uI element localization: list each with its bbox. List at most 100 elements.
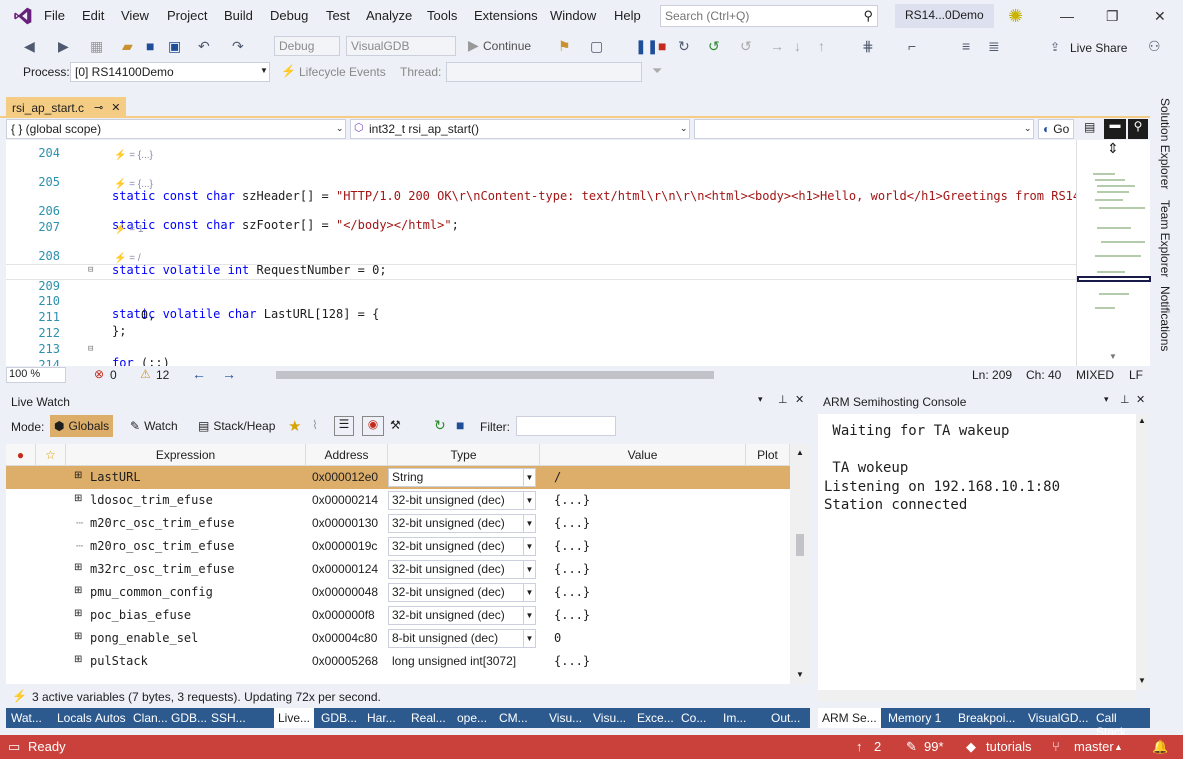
column-value[interactable]: Value xyxy=(540,444,746,466)
pin-icon[interactable]: ⊥ xyxy=(778,393,788,406)
scroll-up-icon[interactable]: ▲ xyxy=(1138,416,1146,425)
pin-icon[interactable]: ⊸ xyxy=(94,101,103,114)
scope-combo[interactable]: { } (global scope) xyxy=(6,119,346,139)
code-minimap[interactable]: ⇕ ▼ xyxy=(1076,140,1151,366)
feedback-sun-icon[interactable]: ✺ xyxy=(1008,6,1023,27)
lifecycle-icon[interactable]: ⚡ xyxy=(281,64,296,78)
tool-tab[interactable]: GDB... xyxy=(316,711,357,725)
table-row[interactable]: ⊞ m32rc_osc_trim_efuse 0x00000124 32-bit un… xyxy=(6,558,790,581)
chevron-down-icon[interactable]: ⌄ xyxy=(680,123,688,134)
scroll-thumb[interactable] xyxy=(796,534,804,556)
menu-file[interactable]: File xyxy=(44,8,65,23)
row-value[interactable]: / xyxy=(554,470,561,484)
scroll-down-icon[interactable]: ▼ xyxy=(1138,676,1146,685)
side-tab-team-explorer[interactable]: Team Explorer xyxy=(1158,200,1172,277)
row-value[interactable]: {...} xyxy=(554,654,590,668)
mode-globals-button[interactable]: ⬢ Globals xyxy=(50,415,114,437)
row-type-combo[interactable]: 8-bit unsigned (dec) ▼ xyxy=(388,629,536,648)
branch-icon[interactable]: ⑂ xyxy=(1052,739,1060,754)
branch-up-icon[interactable]: ▲ xyxy=(1114,742,1123,752)
chevron-down-icon[interactable]: ▼ xyxy=(523,492,535,509)
row-value[interactable]: 0 xyxy=(554,631,561,645)
live-share-icon[interactable]: ⇪ xyxy=(1050,40,1060,54)
tool-tab[interactable]: Wat... xyxy=(6,711,42,725)
process-combo[interactable]: [0] RS14100Demo xyxy=(70,62,270,82)
expand-icon[interactable]: ⊞ xyxy=(74,608,82,619)
warning-count[interactable]: 12 xyxy=(156,368,169,382)
play-icon[interactable]: ▶ xyxy=(468,37,479,54)
menu-tools[interactable]: Tools xyxy=(427,8,457,23)
warning-icon[interactable]: ⚠ xyxy=(140,367,151,381)
row-type-combo[interactable]: 32-bit unsigned (dec) ▼ xyxy=(388,606,536,625)
tool-tab[interactable]: ARM Se... xyxy=(818,708,881,728)
go-button[interactable]: ◐ Go xyxy=(1038,119,1075,139)
expand-icon[interactable]: ⊞ xyxy=(74,562,82,573)
tool-tab[interactable]: Memory 1 xyxy=(882,711,941,725)
filter-input[interactable] xyxy=(516,416,616,436)
tool-tab[interactable]: SSH... xyxy=(206,711,246,725)
undo-icon[interactable]: ↶ xyxy=(198,38,210,55)
chevron-down-icon[interactable]: ▼ xyxy=(523,584,535,601)
window-position-icon[interactable]: ▾ xyxy=(758,394,763,405)
breakpoint-column-header[interactable]: ● xyxy=(6,444,36,466)
search-input[interactable] xyxy=(661,6,851,26)
table-row[interactable]: ⊞ pulStack 0x00005268 long unsigned int[307… xyxy=(6,650,790,673)
format-icon[interactable]: ☰ xyxy=(334,416,354,436)
notification-bell-icon[interactable]: 🔔 xyxy=(1152,739,1168,755)
restart-icon[interactable]: ↻ xyxy=(678,38,690,55)
hot-reload-icon[interactable]: ⚑ xyxy=(558,38,571,55)
row-value[interactable]: {...} xyxy=(554,539,590,553)
restore-icon[interactable]: ❐ xyxy=(1106,8,1119,25)
collapse-icon[interactable]: ⊟ xyxy=(88,265,93,275)
step-into-icon[interactable]: ↓ xyxy=(794,38,801,54)
column-plot[interactable]: Plot xyxy=(746,444,790,466)
column-type[interactable]: Type xyxy=(388,444,540,466)
menu-extensions[interactable]: Extensions xyxy=(474,8,538,23)
tool-tab[interactable]: Breakpoi... xyxy=(952,711,1015,725)
menu-view[interactable]: View xyxy=(121,8,149,23)
table-row[interactable]: ⊞ ldosoc_trim_efuse 0x00000214 32-bit unsig… xyxy=(6,489,790,512)
open-folder-icon[interactable]: ▰ xyxy=(122,38,133,55)
search-icon[interactable]: ⚲ xyxy=(863,8,873,24)
repo-name[interactable]: tutorials xyxy=(986,739,1032,754)
error-count[interactable]: 0 xyxy=(110,368,117,382)
breakpoints-icon[interactable]: ⋕ xyxy=(862,38,874,55)
stop-icon[interactable]: ■ xyxy=(658,38,666,54)
column-expression[interactable]: Expression xyxy=(66,444,306,466)
row-value[interactable]: {...} xyxy=(554,493,590,507)
horizontal-scrollbar[interactable] xyxy=(276,371,714,379)
row-type-combo[interactable]: 32-bit unsigned (dec) ▼ xyxy=(388,560,536,579)
step-icon[interactable]: ↺ xyxy=(740,38,752,55)
tool-tab[interactable]: Live... xyxy=(274,708,315,728)
scroll-up-icon[interactable]: ▲ xyxy=(796,448,804,457)
tool-tab[interactable]: Clan... xyxy=(128,711,168,725)
row-type-combo[interactable]: String ▼ xyxy=(388,468,536,487)
lifecycle-events-label[interactable]: Lifecycle Events xyxy=(299,65,386,79)
arrow-right-icon[interactable]: → xyxy=(222,366,236,382)
refresh-green-icon[interactable]: ↺ xyxy=(708,38,720,55)
mode-watch-button[interactable]: ✎ Watch xyxy=(126,415,182,437)
repo-icon[interactable]: ◆ xyxy=(966,739,976,755)
expand-icon[interactable]: ⊞ xyxy=(74,631,82,642)
refresh-icon[interactable]: ↻ xyxy=(434,417,446,434)
step-over-icon[interactable]: → xyxy=(770,38,784,54)
back-icon[interactable]: ◀ xyxy=(24,38,35,55)
zoom-combo[interactable]: 100 % xyxy=(6,367,66,383)
row-type-combo[interactable]: 32-bit unsigned (dec) ▼ xyxy=(388,491,536,510)
horizontal-scrollbar[interactable] xyxy=(818,690,1136,702)
tool-tab[interactable]: Har... xyxy=(362,711,396,725)
chart-icon[interactable]: ⌇ xyxy=(312,418,318,432)
live-share-button[interactable]: Live Share xyxy=(1070,41,1127,55)
table-row[interactable]: ⊞ pong_enable_sel 0x00004c80 8-bit unsigned… xyxy=(6,627,790,650)
chevron-down-icon[interactable]: ▼ xyxy=(523,538,535,555)
tool-tab[interactable]: ope... xyxy=(452,711,487,725)
table-row[interactable]: ⊞ poc_bias_efuse 0x000000f8 32-bit unsigned… xyxy=(6,604,790,627)
chevron-down-icon[interactable]: ⌄ xyxy=(1024,123,1032,134)
vertical-scrollbar[interactable]: ▲ ▼ xyxy=(1136,414,1148,690)
window-position-icon[interactable]: ▾ xyxy=(1104,394,1109,405)
chevron-down-icon[interactable]: ▼ xyxy=(523,515,535,532)
row-value[interactable]: {...} xyxy=(554,585,590,599)
live-watch-table[interactable]: ● ☆ Expression Address Type Value Plot ▲… xyxy=(6,444,810,684)
tool-tab[interactable]: CM... xyxy=(494,711,528,725)
redo-icon[interactable]: ↷ xyxy=(232,38,244,55)
